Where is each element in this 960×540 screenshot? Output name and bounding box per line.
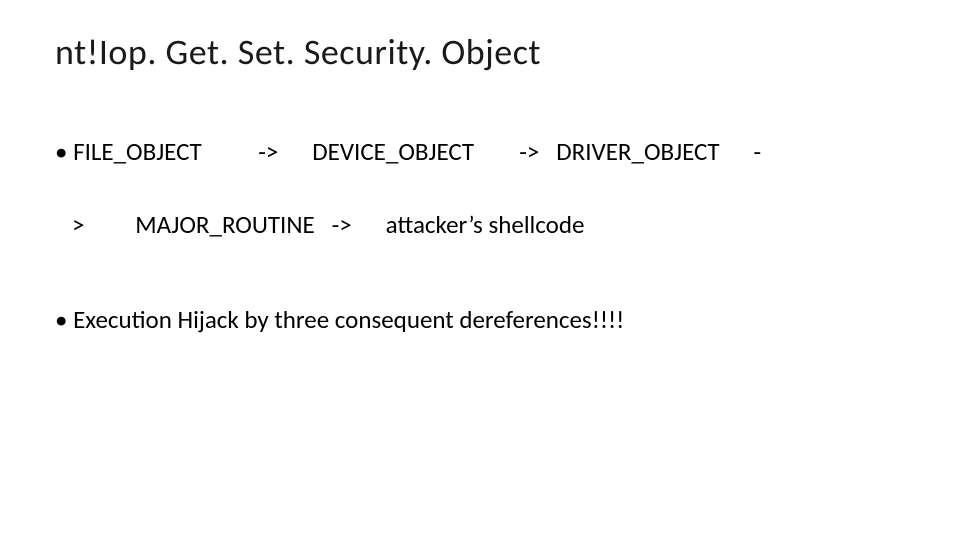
bullet-line-2: • Execution Hijack by three consequent d… [55,302,920,337]
continuation-line: > MAJOR_ROUTINE -> attacker’s shellcode [55,207,920,242]
line1-text: FILE_OBJECT -> DEVICE_OBJECT -> DRIVER_O… [67,136,761,167]
line3-text: Execution Hijack by three consequent der… [67,304,624,335]
bullet-icon: • [55,304,67,335]
slide-body: • FILE_OBJECT -> DEVICE_OBJECT -> DRIVER… [55,134,920,337]
slide: nt!Iop. Get. Set. Security. Object • FIL… [0,0,960,540]
slide-title: nt!Iop. Get. Set. Security. Object [55,30,920,74]
bullet-icon: • [55,136,67,167]
line2-text: > MAJOR_ROUTINE -> attacker’s shellcode [55,209,584,240]
bullet-line-1: • FILE_OBJECT -> DEVICE_OBJECT -> DRIVER… [55,134,920,169]
